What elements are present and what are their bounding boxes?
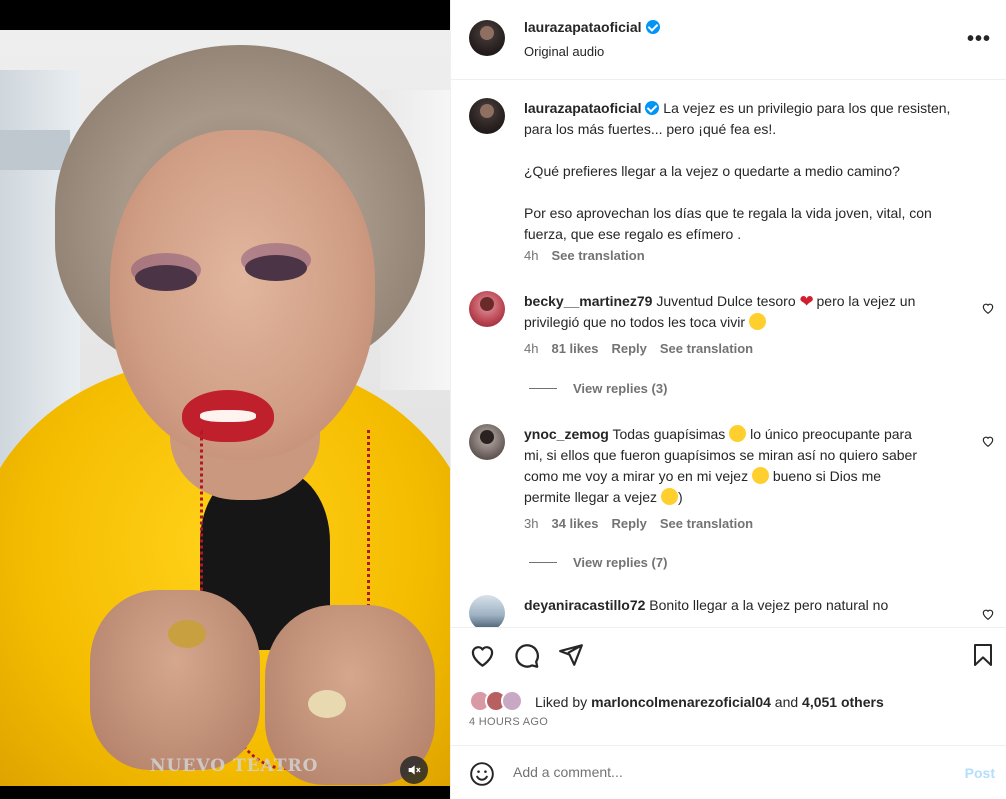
heart-eyes-emoji-icon (729, 425, 747, 442)
liker-avatars[interactable] (469, 690, 531, 714)
instagram-post-modal: NUEVO TEATRO laurazapataoficial Original… (0, 0, 1006, 799)
post-side-panel: laurazapataoficial Original audio ••• la… (450, 0, 1006, 799)
speaker-muted-icon (408, 765, 421, 775)
view-replies-label: View replies (3) (573, 381, 668, 396)
eye-right (245, 255, 307, 281)
caption-username[interactable]: laurazapataoficial (524, 100, 642, 116)
post-comment-button[interactable]: Post (965, 765, 995, 781)
see-translation-link[interactable]: See translation (660, 341, 753, 356)
replies-divider-line (529, 562, 557, 563)
likes-others-count[interactable]: 4,051 others (802, 694, 884, 710)
ring-gold (168, 620, 206, 648)
comment-bubble-icon[interactable] (513, 642, 540, 669)
author-username[interactable]: laurazapataoficial (524, 19, 642, 35)
see-translation-link[interactable]: See translation (551, 248, 644, 263)
red-heart-emoji-icon (800, 291, 817, 312)
background-wall-detail (0, 130, 70, 170)
save-bookmark-icon[interactable] (971, 642, 995, 668)
post-video[interactable]: NUEVO TEATRO (0, 0, 450, 799)
commenter-avatar[interactable] (469, 595, 505, 627)
commenter-avatar[interactable] (469, 424, 505, 460)
comment-text: becky__martinez79 Juventud Dulce tesoro … (524, 291, 924, 333)
verified-badge-icon (645, 20, 660, 34)
video-overlay-text: NUEVO TEATRO (150, 756, 319, 776)
comment-body-a: Juventud Dulce tesoro (656, 293, 800, 309)
caption-meta: 4h See translation (524, 248, 645, 263)
likes-prefix: Liked by (535, 694, 588, 710)
more-options-icon[interactable]: ••• (967, 28, 991, 51)
comment-text: deyaniracastillo72 Bonito llegar a la ve… (524, 595, 924, 616)
comment-body-d: ) (677, 489, 683, 505)
likes-and: and (770, 694, 803, 710)
caption-text: laurazapataoficial La vejez es un privil… (524, 98, 974, 245)
view-replies-button[interactable]: View replies (7) (529, 555, 667, 570)
add-comment-bar: Add a comment... Post (451, 746, 1006, 799)
caption-paragraph-2: ¿Qué prefieres llegar a la vejez o queda… (524, 163, 900, 179)
comments-list[interactable]: laurazapataoficial La vejez es un privil… (451, 81, 1006, 627)
comment-username[interactable]: becky__martinez79 (524, 293, 652, 309)
heart-eyes-emoji-icon (748, 313, 766, 330)
mute-button[interactable] (400, 756, 428, 784)
video-letterbox-bottom (0, 786, 450, 799)
author-avatar[interactable] (469, 20, 505, 56)
comment-body-a: Todas guapísimas (612, 426, 730, 442)
likes-summary: Liked by marloncolmenarezoficial04 and 4… (469, 688, 884, 716)
comment-meta: 3h 34 likes Reply See translation (524, 516, 753, 531)
see-translation-link[interactable]: See translation (660, 516, 753, 531)
reply-button[interactable]: Reply (611, 341, 646, 356)
comment-username[interactable]: ynoc_zemog (524, 426, 609, 442)
tongue-out-emoji-icon (660, 488, 678, 505)
commenter-avatar[interactable] (469, 291, 505, 327)
verified-badge-icon (645, 101, 660, 115)
author-username-row: laurazapataoficial (524, 19, 660, 35)
action-bar (451, 628, 1006, 688)
comment-likes[interactable]: 34 likes (551, 516, 598, 531)
view-replies-label: View replies (7) (573, 555, 668, 570)
liker-avatar (501, 690, 523, 712)
comment-meta: 4h 81 likes Reply See translation (524, 341, 753, 356)
emoji-picker-icon[interactable] (469, 761, 495, 787)
liked-by-user[interactable]: marloncolmenarezoficial04 (591, 694, 771, 710)
audio-label[interactable]: Original audio (524, 44, 604, 59)
like-comment-heart-icon[interactable] (981, 434, 995, 448)
eye-left (135, 265, 197, 291)
caption-paragraph-3: Por eso aprovechan los días que te regal… (524, 205, 932, 242)
share-paper-plane-icon[interactable] (558, 642, 584, 668)
ring-pearl (308, 690, 346, 718)
comment-username[interactable]: deyaniracastillo72 (524, 597, 645, 613)
add-comment-input[interactable]: Add a comment... (513, 764, 933, 780)
post-header: laurazapataoficial Original audio ••• (451, 0, 1006, 80)
video-frame (0, 30, 450, 786)
laughing-emoji-icon (751, 467, 769, 484)
caption-time[interactable]: 4h (524, 248, 538, 263)
comment-time[interactable]: 4h (524, 341, 538, 356)
comment-text: ynoc_zemog Todas guapísimas lo único pre… (524, 424, 924, 508)
like-comment-heart-icon[interactable] (981, 607, 995, 621)
post-time-ago[interactable]: 4 HOURS AGO (469, 716, 548, 728)
comment-likes[interactable]: 81 likes (551, 341, 598, 356)
caption-author-avatar[interactable] (469, 98, 505, 134)
reply-button[interactable]: Reply (611, 516, 646, 531)
like-comment-heart-icon[interactable] (981, 301, 995, 315)
hand-left (90, 590, 260, 770)
view-replies-button[interactable]: View replies (3) (529, 381, 667, 396)
like-heart-icon[interactable] (469, 642, 496, 669)
video-letterbox-top (0, 0, 450, 30)
comment-time[interactable]: 3h (524, 516, 538, 531)
comment-body-a: Bonito llegar a la vejez pero natural no (649, 597, 889, 613)
replies-divider-line (529, 388, 557, 389)
